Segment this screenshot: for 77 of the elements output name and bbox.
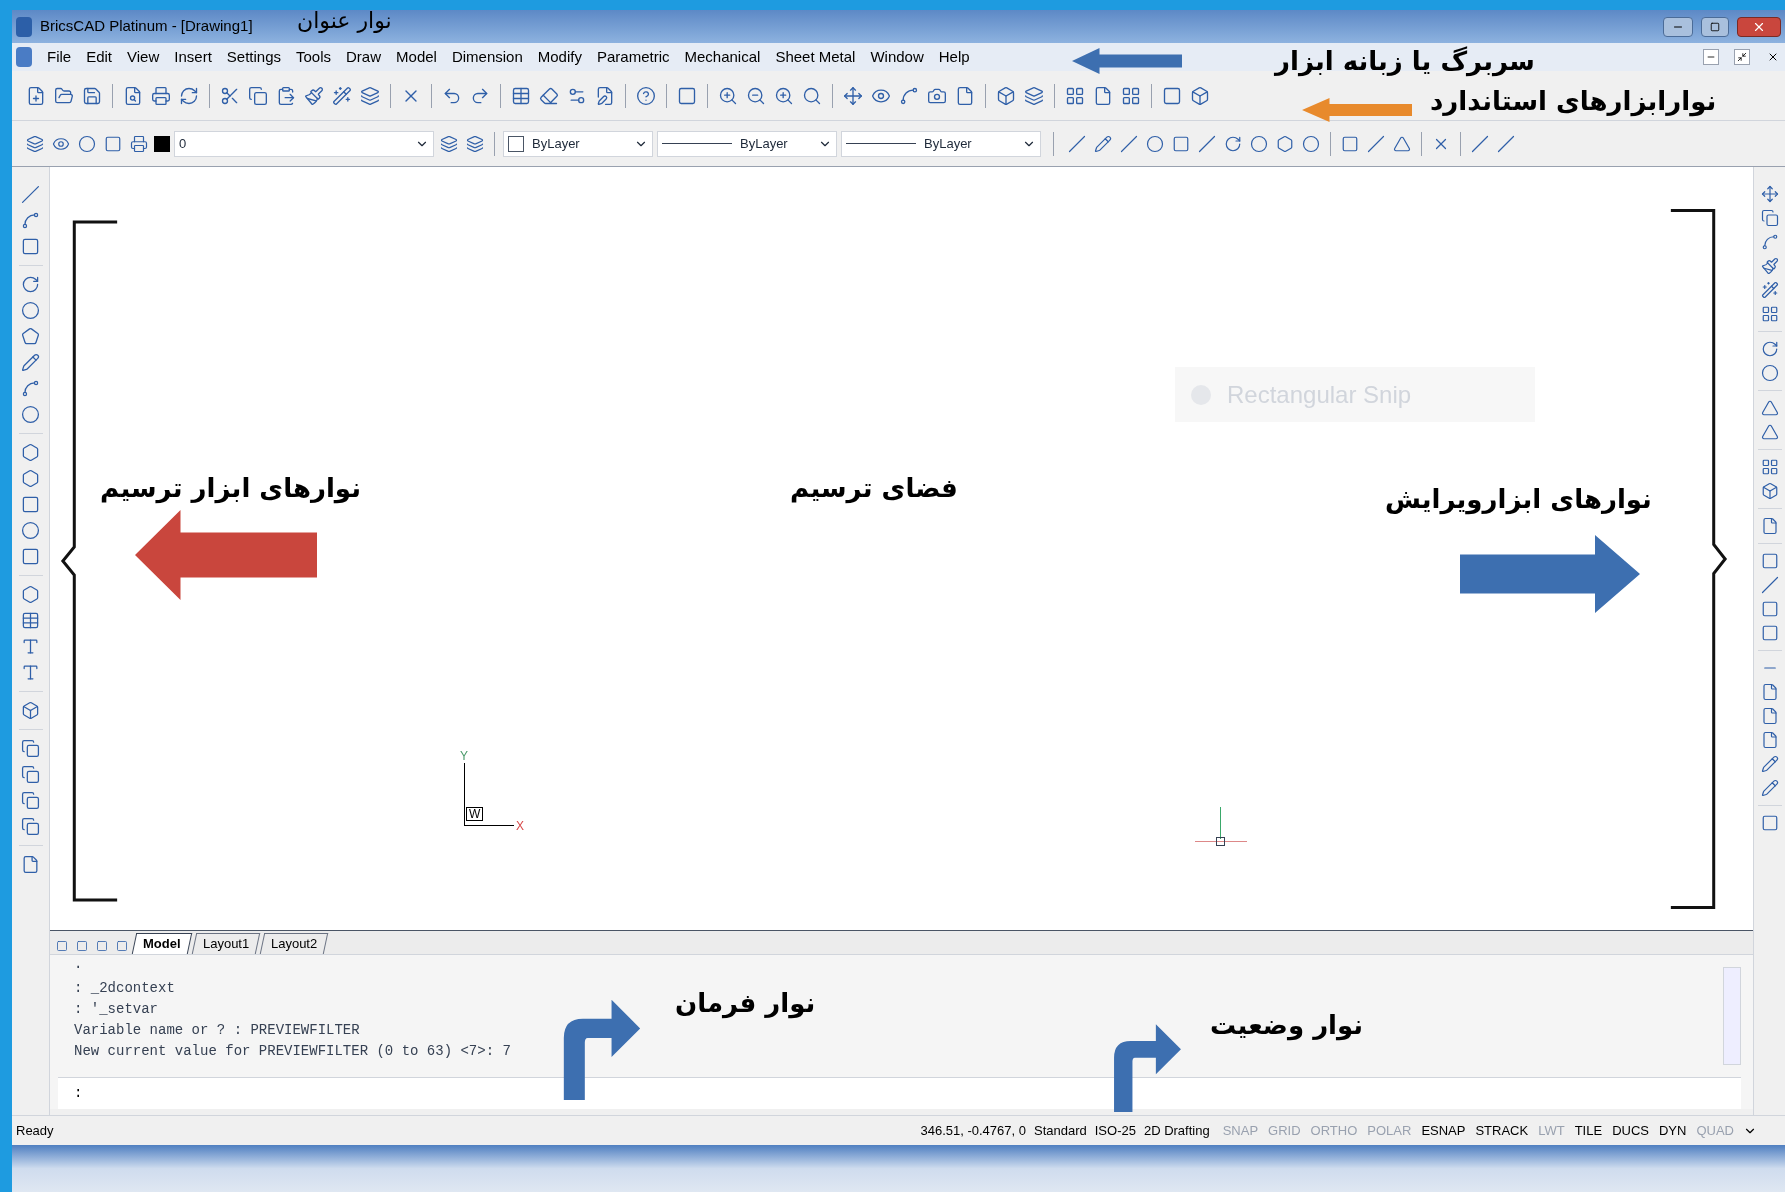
tool-icon[interactable] bbox=[19, 519, 42, 542]
scrollbar[interactable] bbox=[1723, 967, 1741, 1065]
layout-tab[interactable]: Layout2 bbox=[259, 933, 329, 954]
color-swatch bbox=[154, 135, 170, 152]
ucs-y-axis bbox=[464, 763, 465, 825]
menu-item[interactable]: View bbox=[127, 45, 160, 69]
tool-icon[interactable] bbox=[19, 351, 42, 374]
app-menu-icon[interactable] bbox=[16, 47, 32, 67]
maximize-icon bbox=[1710, 21, 1720, 32]
minimize-button[interactable] bbox=[1663, 16, 1693, 37]
menu-item[interactable]: Sheet Metal bbox=[775, 45, 856, 69]
status-toggle[interactable]: TILE bbox=[1569, 1120, 1608, 1141]
tool-icon[interactable] bbox=[19, 763, 42, 786]
tool-icon[interactable] bbox=[94, 938, 110, 954]
menu-item[interactable]: Dimension bbox=[451, 45, 523, 69]
line-sample bbox=[846, 143, 916, 144]
ucs-x-axis bbox=[464, 825, 514, 826]
status-message: Ready bbox=[16, 1121, 54, 1140]
status-toggle[interactable]: STRACK bbox=[1470, 1120, 1534, 1141]
color-dropdown[interactable]: ByLayer bbox=[503, 130, 653, 157]
menu-item[interactable]: Model bbox=[396, 45, 437, 69]
status-toggle[interactable]: DUCS bbox=[1607, 1120, 1654, 1141]
menu-item[interactable]: Parametric bbox=[596, 45, 670, 69]
app-logo-icon bbox=[16, 16, 32, 37]
close-icon bbox=[1767, 51, 1779, 63]
menu-item[interactable]: Modify bbox=[537, 45, 582, 69]
tool-icon[interactable] bbox=[19, 403, 42, 426]
status-toggle[interactable]: ESNAP bbox=[1416, 1120, 1471, 1141]
maximize-button[interactable] bbox=[1701, 16, 1729, 37]
combo-value: ByLayer bbox=[532, 134, 581, 153]
tool-icon[interactable] bbox=[114, 938, 130, 954]
line-sample bbox=[662, 143, 732, 144]
menu-item[interactable]: Mechanical bbox=[684, 45, 761, 69]
coordinates: 346.51, -0.4767, 0 bbox=[920, 1121, 1026, 1140]
minimize-button[interactable] bbox=[1703, 49, 1719, 65]
window-title: BricsCAD Platinum - [Drawing1] bbox=[40, 16, 253, 37]
command-history-line: : _2dcontext bbox=[74, 979, 175, 998]
ucs-w-label: W bbox=[466, 807, 484, 821]
tool-icon[interactable] bbox=[19, 789, 42, 812]
tool-icon[interactable] bbox=[19, 299, 42, 322]
tool-icon[interactable] bbox=[19, 183, 42, 206]
menu-item[interactable]: Help bbox=[938, 45, 970, 69]
lineweight-dropdown[interactable]: ByLayer bbox=[841, 130, 1041, 157]
status-style[interactable]: 2D Drafting bbox=[1143, 1120, 1210, 1141]
menu-item[interactable]: Insert bbox=[174, 45, 212, 69]
command-history-line: Variable name or ? : PREVIEWFILTER bbox=[74, 1021, 360, 1040]
combo-value: ByLayer bbox=[740, 134, 789, 153]
status-style[interactable]: ISO-25 bbox=[1094, 1120, 1136, 1141]
combo-value: 0 bbox=[179, 134, 188, 153]
tool-icon[interactable] bbox=[19, 815, 42, 838]
menu-item[interactable]: Settings bbox=[226, 45, 281, 69]
menu-item[interactable]: File bbox=[47, 45, 72, 69]
status-toggle[interactable]: DYN bbox=[1654, 1120, 1692, 1141]
ucs-x-label: X bbox=[516, 818, 524, 835]
tool-icon[interactable] bbox=[19, 737, 42, 760]
command-history-line: · bbox=[74, 958, 83, 977]
ucs-y-label: Y bbox=[460, 748, 468, 765]
command-input[interactable]: : bbox=[58, 1077, 1741, 1109]
menu-item[interactable]: Window bbox=[870, 45, 924, 69]
layout-tab[interactable]: Layout1 bbox=[191, 933, 261, 954]
combo-value: ByLayer bbox=[924, 134, 973, 153]
command-history-line: : '_setvar bbox=[74, 1000, 158, 1019]
tool-icon[interactable] bbox=[74, 938, 90, 954]
restore-icon bbox=[1737, 52, 1747, 62]
restore-button[interactable] bbox=[1734, 49, 1750, 65]
crosshair-cursor bbox=[1195, 807, 1247, 847]
menu-item[interactable]: Edit bbox=[86, 45, 113, 69]
layout-tab[interactable]: Model bbox=[131, 933, 192, 954]
status-style[interactable]: Standard bbox=[1033, 1120, 1087, 1141]
layer-dropdown[interactable]: 0 bbox=[174, 130, 434, 157]
tool-icon[interactable] bbox=[54, 938, 70, 954]
menu-item[interactable]: Draw bbox=[346, 45, 382, 69]
color-swatch bbox=[508, 135, 524, 152]
annotation-label: نوار عنوان bbox=[297, 10, 392, 32]
menu-item[interactable]: Tools bbox=[296, 45, 332, 69]
linetype-dropdown[interactable]: ByLayer bbox=[657, 130, 837, 157]
command-history-line: New current value for PREVIEWFILTER (0 to 63) <7>: 7 bbox=[74, 1042, 511, 1061]
